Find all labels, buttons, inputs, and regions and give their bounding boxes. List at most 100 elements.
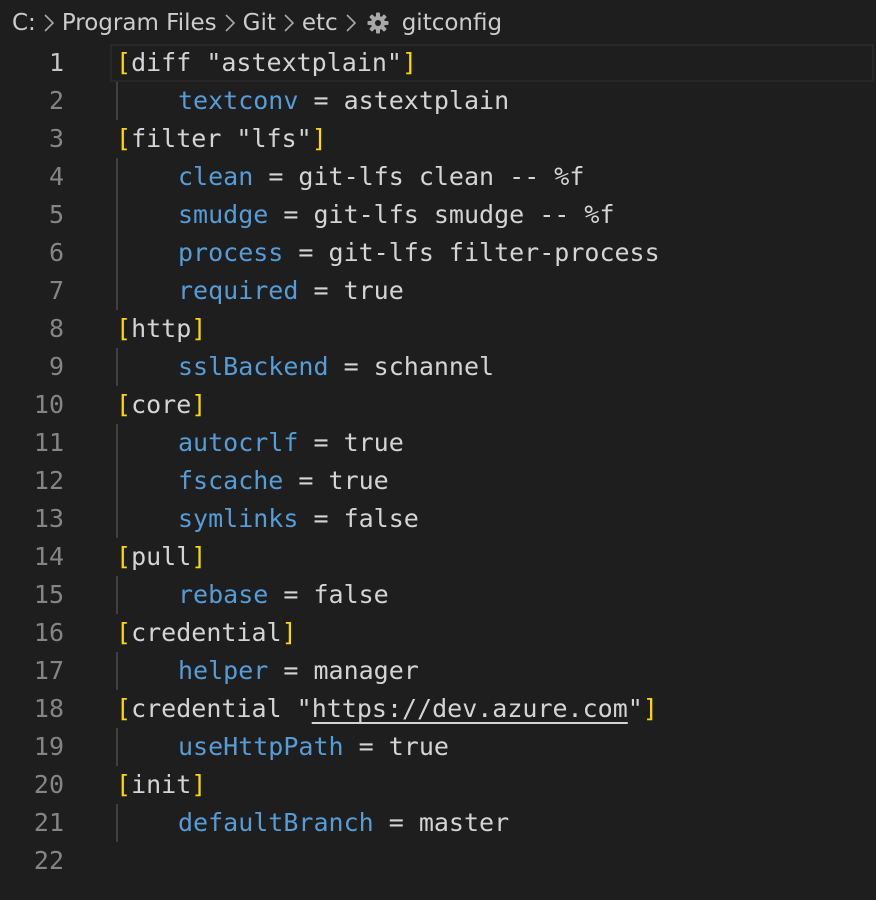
line-number: 18 <box>33 694 64 723</box>
section-header: [init] <box>116 766 206 804</box>
equals-sign: = <box>283 238 329 267</box>
indent-guide <box>116 348 118 386</box>
open-bracket: [ <box>116 314 132 343</box>
code-line[interactable]: 18 [credential "https://dev.azure.com"] <box>0 690 876 728</box>
config-entry: symlinks = false <box>178 500 419 538</box>
code-line[interactable]: 16 [credential] <box>0 614 876 652</box>
code-line[interactable]: 11 autocrlf = true <box>0 424 876 462</box>
config-entry: sslBackend = schannel <box>178 348 494 386</box>
equals-sign: = <box>328 352 374 381</box>
line-number: 9 <box>48 352 64 381</box>
close-bracket: ] <box>311 124 327 153</box>
config-key: clean <box>178 162 254 191</box>
equals-sign: = <box>268 580 314 609</box>
code-line[interactable]: 4 clean = git-lfs clean -- %f <box>0 158 876 196</box>
section-name: filter "lfs" <box>131 124 312 153</box>
line-number: 1 <box>48 48 64 77</box>
code-line[interactable]: 13 symlinks = false <box>0 500 876 538</box>
breadcrumb-item-etc[interactable]: etc <box>302 10 338 36</box>
config-entry: rebase = false <box>178 576 389 614</box>
config-key: autocrlf <box>178 428 299 457</box>
code-line[interactable]: 22 <box>0 842 876 880</box>
code-line[interactable]: 6 process = git-lfs filter-process <box>0 234 876 272</box>
equals-sign: = <box>298 86 344 115</box>
section-header: [pull] <box>116 538 206 576</box>
close-bracket: ] <box>191 542 207 571</box>
config-key: fscache <box>178 466 284 495</box>
section-header: [credential] <box>116 614 297 652</box>
open-bracket: [ <box>116 618 132 647</box>
line-number: 11 <box>33 428 64 457</box>
code-line[interactable]: 12 fscache = true <box>0 462 876 500</box>
code-line[interactable]: 5 smudge = git-lfs smudge -- %f <box>0 196 876 234</box>
config-value: git-lfs clean -- %f <box>298 162 585 191</box>
line-number: 3 <box>48 124 64 153</box>
section-header: [core] <box>116 386 206 424</box>
line-number: 21 <box>33 808 64 837</box>
chevron-right-icon <box>36 13 62 33</box>
code-line[interactable]: 8 [http] <box>0 310 876 348</box>
indent-guide <box>116 804 118 842</box>
config-value: false <box>343 504 419 533</box>
indent-guide <box>116 576 118 614</box>
config-entry: autocrlf = true <box>178 424 404 462</box>
code-line[interactable]: 9 sslBackend = schannel <box>0 348 876 386</box>
section-header: [diff "astextplain"] <box>116 44 417 82</box>
config-entry: useHttpPath = true <box>178 728 449 766</box>
config-key: rebase <box>178 580 269 609</box>
config-entry: process = git-lfs filter-process <box>178 234 660 272</box>
code-line[interactable]: 17 helper = manager <box>0 652 876 690</box>
chevron-right-icon <box>338 13 364 33</box>
section-name: diff "astextplain" <box>131 48 402 77</box>
open-bracket: [ <box>116 48 132 77</box>
indent-guide <box>116 500 118 538</box>
url-link[interactable]: https://dev.azure.com <box>312 694 628 723</box>
section-name: credential " <box>131 694 312 723</box>
config-entry: fscache = true <box>178 462 389 500</box>
line-number: 16 <box>33 618 64 647</box>
close-bracket: ] <box>281 618 297 647</box>
open-bracket: [ <box>116 390 132 419</box>
code-line[interactable]: 7 required = true <box>0 272 876 310</box>
indent-guide <box>116 424 118 462</box>
equals-sign: = <box>268 200 314 229</box>
code-line[interactable]: 19 useHttpPath = true <box>0 728 876 766</box>
line-number: 13 <box>33 504 64 533</box>
code-line[interactable]: 21 defaultBranch = master <box>0 804 876 842</box>
line-number: 19 <box>33 732 64 761</box>
breadcrumb-item-git[interactable]: Git <box>243 10 276 36</box>
line-number: 14 <box>33 542 64 571</box>
section-header: [filter "lfs"] <box>116 120 327 158</box>
section-name: credential <box>131 618 282 647</box>
chevron-right-icon <box>276 13 302 33</box>
line-number: 5 <box>48 200 64 229</box>
code-line[interactable]: 2 textconv = astextplain <box>0 82 876 120</box>
code-line[interactable]: 20 [init] <box>0 766 876 804</box>
config-entry: smudge = git-lfs smudge -- %f <box>178 196 615 234</box>
close-bracket: ] <box>402 48 418 77</box>
code-editor[interactable]: 1 [diff "astextplain"] 2 textconv = astextp… <box>0 44 876 900</box>
code-line[interactable]: 15 rebase = false <box>0 576 876 614</box>
line-number: 7 <box>48 276 64 305</box>
breadcrumb-item-program-files[interactable]: Program Files <box>62 10 217 36</box>
code-line[interactable]: 3 [filter "lfs"] <box>0 120 876 158</box>
config-value: manager <box>313 656 419 685</box>
open-bracket: [ <box>116 542 132 571</box>
code-line[interactable]: 14 [pull] <box>0 538 876 576</box>
config-entry: defaultBranch = master <box>178 804 509 842</box>
breadcrumb-item-file[interactable]: gitconfig <box>402 10 502 36</box>
indent-guide <box>116 82 118 120</box>
close-bracket: ] <box>191 770 207 799</box>
indent-guide <box>116 158 118 196</box>
code-line[interactable]: 10 [core] <box>0 386 876 424</box>
chevron-right-icon <box>217 13 243 33</box>
equals-sign: = <box>268 656 314 685</box>
code-line[interactable]: 1 [diff "astextplain"] <box>0 44 876 82</box>
config-entry: helper = manager <box>178 652 419 690</box>
breadcrumb-item-drive[interactable]: C: <box>12 10 36 36</box>
section-name: http <box>131 314 192 343</box>
config-value: true <box>328 466 389 495</box>
indent-guide <box>116 652 118 690</box>
config-key: required <box>178 276 299 305</box>
open-bracket: [ <box>116 694 132 723</box>
